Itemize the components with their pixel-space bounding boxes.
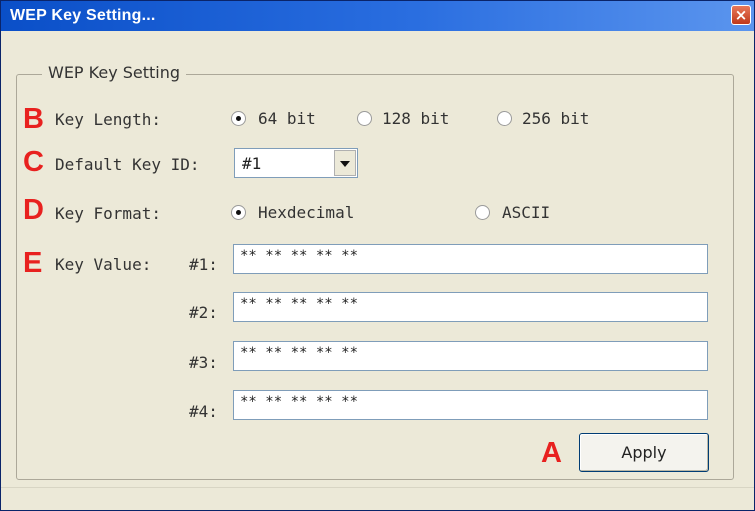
- key-2-field[interactable]: ** ** ** ** **: [233, 292, 708, 322]
- wep-key-setting-dialog: WEP Key Setting... × WEP Key Setting B K…: [0, 0, 755, 511]
- title-bar[interactable]: WEP Key Setting... ×: [1, 1, 754, 31]
- key-4-label: #4:: [189, 402, 218, 421]
- marker-a: A: [541, 437, 562, 469]
- key-format-ascii-label[interactable]: ASCII: [502, 203, 550, 222]
- key-format-label: Key Format:: [55, 204, 161, 223]
- key-length-128-label[interactable]: 128 bit: [382, 109, 449, 128]
- default-key-id-value: #1: [242, 154, 262, 173]
- default-key-id-select[interactable]: #1: [234, 148, 358, 178]
- key-format-hex-label[interactable]: Hexdecimal: [258, 203, 354, 222]
- key-3-label: #3:: [189, 353, 218, 372]
- default-key-id-label: Default Key ID:: [55, 155, 200, 174]
- divider: [1, 487, 754, 488]
- key-1-label: #1:: [189, 255, 218, 274]
- group-title: WEP Key Setting: [42, 63, 187, 82]
- key-length-64-radio[interactable]: [231, 111, 246, 126]
- key-4-field[interactable]: ** ** ** ** **: [233, 390, 708, 420]
- key-1-field[interactable]: ** ** ** ** **: [233, 244, 708, 274]
- window-title: WEP Key Setting...: [10, 7, 156, 24]
- close-button[interactable]: ×: [731, 5, 751, 25]
- key-3-field[interactable]: ** ** ** ** **: [233, 341, 708, 371]
- key-length-64-label[interactable]: 64 bit: [258, 109, 316, 128]
- key-length-128-radio[interactable]: [357, 111, 372, 126]
- marker-b: B: [23, 103, 44, 135]
- apply-button[interactable]: Apply: [579, 433, 709, 472]
- key-length-256-label[interactable]: 256 bit: [522, 109, 589, 128]
- key-value-label: Key Value:: [55, 255, 152, 274]
- marker-d: D: [23, 194, 44, 226]
- key-length-label: Key Length:: [55, 110, 161, 129]
- chevron-down-icon[interactable]: [334, 150, 356, 176]
- key-format-hex-radio[interactable]: [231, 205, 246, 220]
- key-format-ascii-radio[interactable]: [475, 205, 490, 220]
- key-2-label: #2:: [189, 303, 218, 322]
- marker-c: C: [23, 146, 44, 178]
- marker-e: E: [23, 247, 43, 279]
- key-length-256-radio[interactable]: [497, 111, 512, 126]
